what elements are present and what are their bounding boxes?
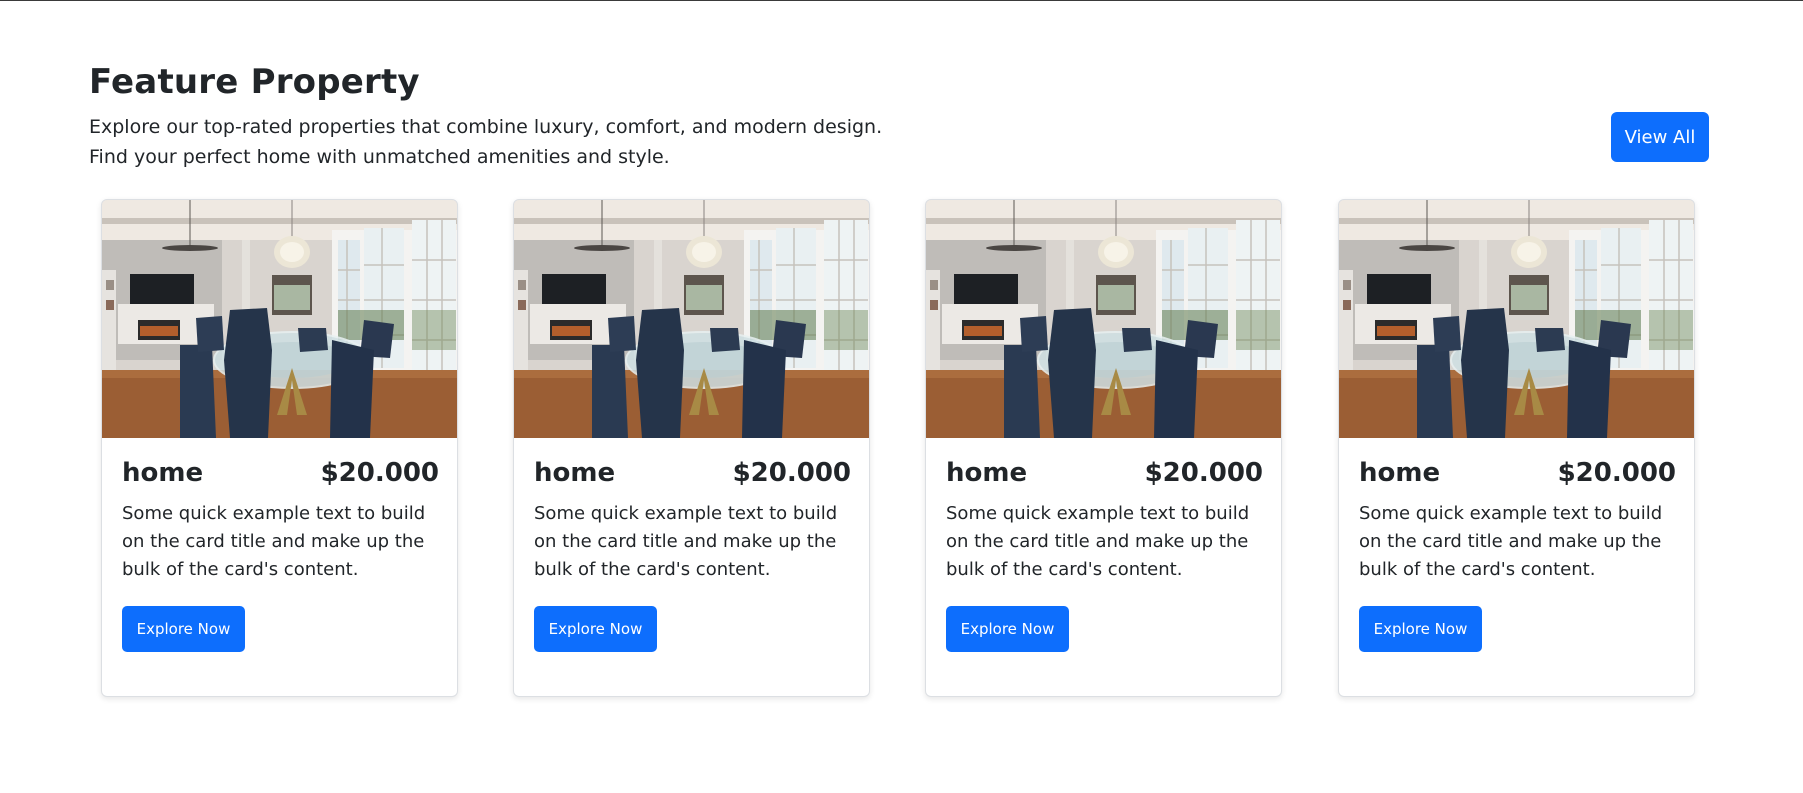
property-card: home $20.000 Some quick example text to bu… <box>1338 199 1695 697</box>
explore-now-button[interactable]: Explore Now <box>1359 606 1482 652</box>
property-card: home $20.000 Some quick example text to bu… <box>925 199 1282 697</box>
property-photo <box>514 200 869 438</box>
property-photo <box>1339 200 1694 438</box>
property-photo <box>926 200 1281 438</box>
card-text: Some quick example text to build on the … <box>946 503 1250 580</box>
section-title: Feature Property <box>89 62 420 102</box>
card-price: $20.000 <box>320 458 439 488</box>
card-title: home <box>946 458 1028 488</box>
explore-now-button[interactable]: Explore Now <box>122 606 245 652</box>
explore-now-button[interactable]: Explore Now <box>534 606 657 652</box>
explore-now-button[interactable]: Explore Now <box>946 606 1069 652</box>
card-price: $20.000 <box>1557 458 1676 488</box>
property-photo <box>102 200 457 438</box>
property-card: home $20.000 Some quick example text to bu… <box>513 199 870 697</box>
card-title: home <box>1359 458 1441 488</box>
view-all-button[interactable]: View All <box>1611 112 1709 162</box>
card-text: Some quick example text to build on the … <box>1359 503 1663 580</box>
card-title: home <box>122 458 204 488</box>
property-card: home $20.000 Some quick example text to bu… <box>101 199 458 697</box>
card-price: $20.000 <box>732 458 851 488</box>
card-text: Some quick example text to build on the … <box>534 503 838 580</box>
card-price: $20.000 <box>1144 458 1263 488</box>
card-text: Some quick example text to build on the … <box>122 503 426 580</box>
section-description: Explore our top-rated properties that co… <box>89 116 883 168</box>
top-divider <box>0 0 1803 1</box>
card-title: home <box>534 458 616 488</box>
